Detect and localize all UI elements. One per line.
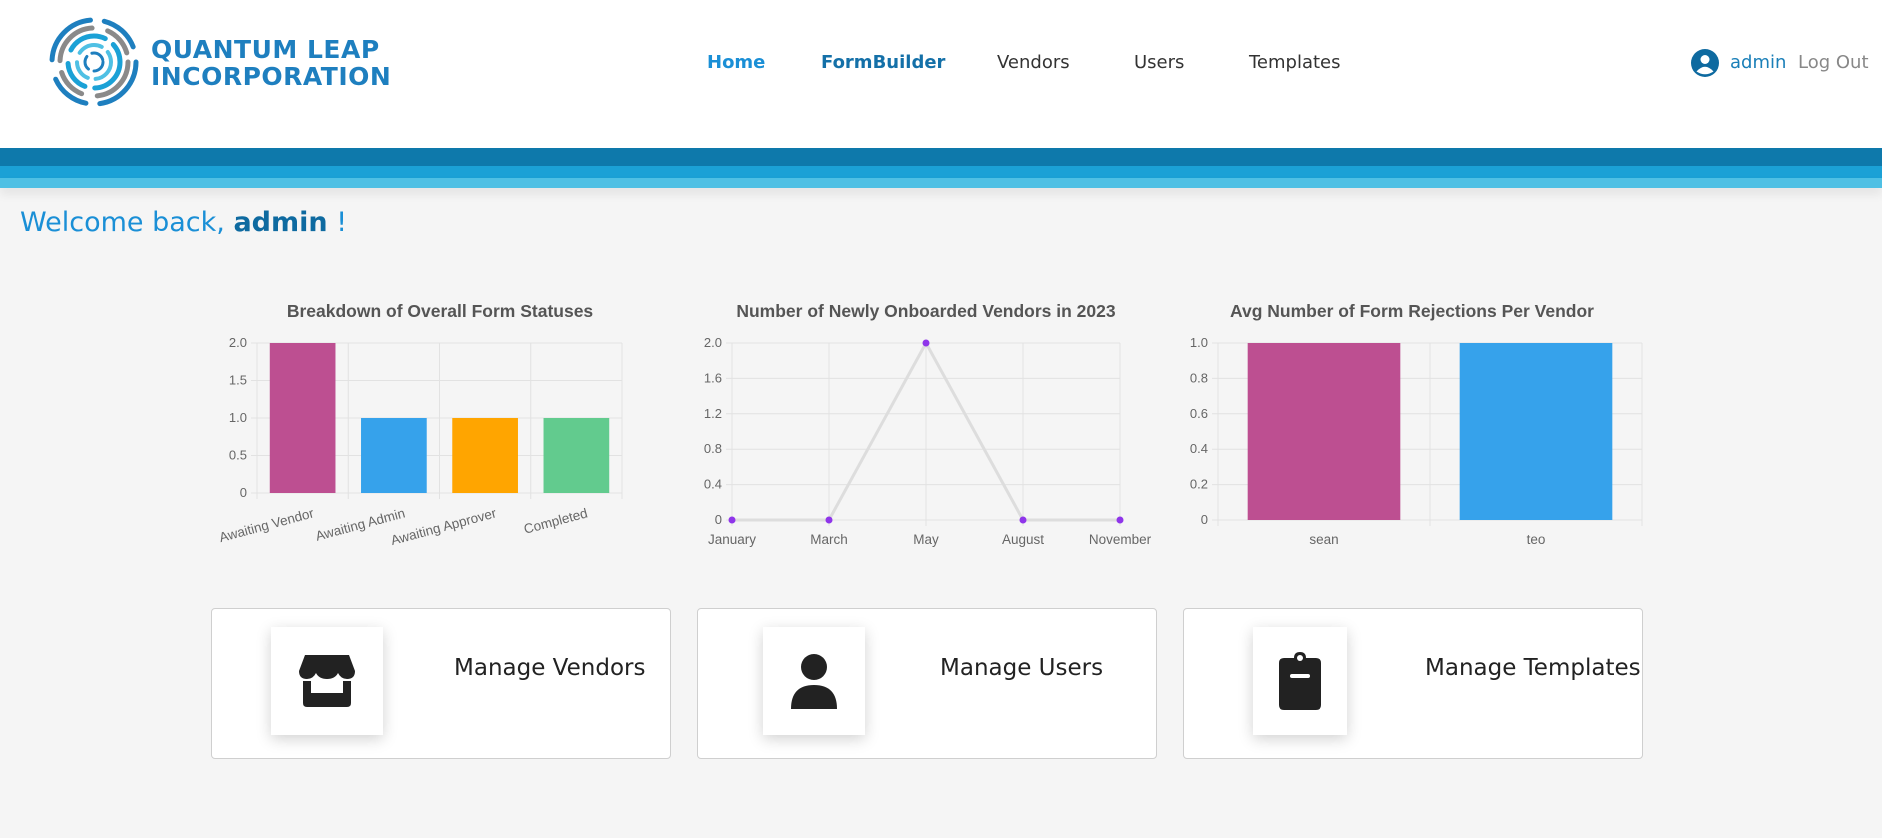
nav-formbuilder[interactable]: FormBuilder [821, 52, 945, 73]
x-tick-label: May [913, 532, 939, 547]
y-tick-label: 1.6 [704, 370, 722, 385]
x-tick-label: Awaiting Approver [389, 505, 498, 548]
chart-form-statuses-title: Breakdown of Overall Form Statuses [286, 301, 594, 321]
x-tick-label: November [1089, 532, 1152, 547]
y-tick-label: 0.4 [1190, 441, 1208, 456]
x-tick-label: teo [1527, 532, 1546, 547]
y-tick-label: 2.0 [704, 335, 722, 350]
x-tick-label: Completed [522, 505, 589, 536]
manage-users-card[interactable]: Manage Users [697, 608, 1157, 759]
bar [543, 418, 610, 493]
y-tick-label: 0 [715, 512, 722, 527]
data-point [1019, 516, 1027, 524]
y-tick-label: 0 [240, 485, 247, 500]
templates-icon-box [1253, 627, 1347, 735]
store-icon [299, 655, 355, 707]
header-band-mid [0, 166, 1882, 178]
manage-users-label: Manage Users [940, 655, 1104, 681]
nav-vendors[interactable]: Vendors [997, 52, 1070, 73]
data-point [1116, 516, 1124, 524]
manage-templates-label: Manage Templates [1425, 655, 1641, 681]
bar [1459, 343, 1613, 520]
x-tick-label: March [810, 532, 848, 547]
chart-onboarded-vendors: 0 0.4 0.8 1.2 1.6 2.0 January March May August Nov… [704, 335, 1152, 547]
nav-home[interactable]: Home [707, 52, 765, 73]
welcome-message: Welcome back, admin ! [20, 207, 347, 238]
current-user-link[interactable]: admin [1730, 52, 1786, 73]
chart-form-rejections-title: Avg Number of Form Rejections Per Vendor [1229, 301, 1594, 321]
y-tick-label: 0.8 [704, 441, 722, 456]
logo-mark [49, 17, 139, 107]
y-tick-label: 1.0 [229, 410, 247, 425]
logout-link[interactable]: Log Out [1798, 52, 1869, 73]
chart-form-rejections: 0 0.2 0.4 0.6 0.8 1.0 sean teo [1190, 335, 1643, 547]
brand-name[interactable]: QUANTUM LEAP INCORPORATION [151, 36, 391, 90]
manage-vendors-card[interactable]: Manage Vendors [211, 608, 671, 759]
user-circle-icon[interactable] [1691, 49, 1719, 77]
header-band-light [0, 178, 1882, 188]
user-icon [791, 654, 837, 709]
y-tick-label: 0.8 [1190, 370, 1208, 385]
x-tick-label: August [1002, 532, 1044, 547]
y-tick-label: 0.5 [229, 448, 247, 463]
x-tick-label: January [708, 532, 756, 547]
nav-users[interactable]: Users [1134, 52, 1184, 73]
clipboard-icon [1279, 652, 1321, 710]
users-icon-box [763, 627, 865, 735]
welcome-username: admin [233, 207, 328, 238]
header-band-dark [0, 148, 1882, 166]
nav-templates[interactable]: Templates [1249, 52, 1341, 73]
y-tick-label: 0 [1201, 512, 1208, 527]
bar [361, 418, 427, 493]
y-tick-label: 1.0 [1190, 335, 1208, 350]
y-tick-label: 0.4 [704, 477, 722, 492]
welcome-suffix: ! [336, 207, 348, 238]
y-tick-label: 2.0 [229, 335, 247, 350]
vendors-icon-box [271, 627, 383, 735]
bar [452, 418, 518, 493]
y-tick-label: 0.6 [1190, 406, 1208, 421]
x-tick-label: Awaiting Vendor [218, 505, 316, 545]
x-tick-label: sean [1309, 532, 1338, 547]
y-tick-label: 1.2 [704, 406, 722, 421]
brand-line-1: QUANTUM LEAP [151, 35, 380, 64]
manage-templates-card[interactable]: Manage Templates [1183, 608, 1643, 759]
welcome-prefix: Welcome back, [20, 207, 225, 238]
data-point [922, 339, 930, 347]
brand-line-2: INCORPORATION [151, 62, 392, 91]
top-header: QUANTUM LEAP INCORPORATION Home FormBuil… [0, 0, 1882, 148]
chart-onboarded-vendors-title: Number of Newly Onboarded Vendors in 202… [736, 301, 1116, 321]
chart-form-statuses: 00.51.01.52.0Awaiting VendorAwaiting Adm… [218, 335, 623, 548]
data-point [825, 516, 833, 524]
data-point [728, 516, 736, 524]
y-tick-label: 0.2 [1190, 477, 1208, 492]
bar [1247, 343, 1401, 520]
manage-vendors-label: Manage Vendors [454, 655, 646, 681]
y-tick-label: 1.5 [229, 373, 247, 388]
bar [269, 343, 336, 493]
